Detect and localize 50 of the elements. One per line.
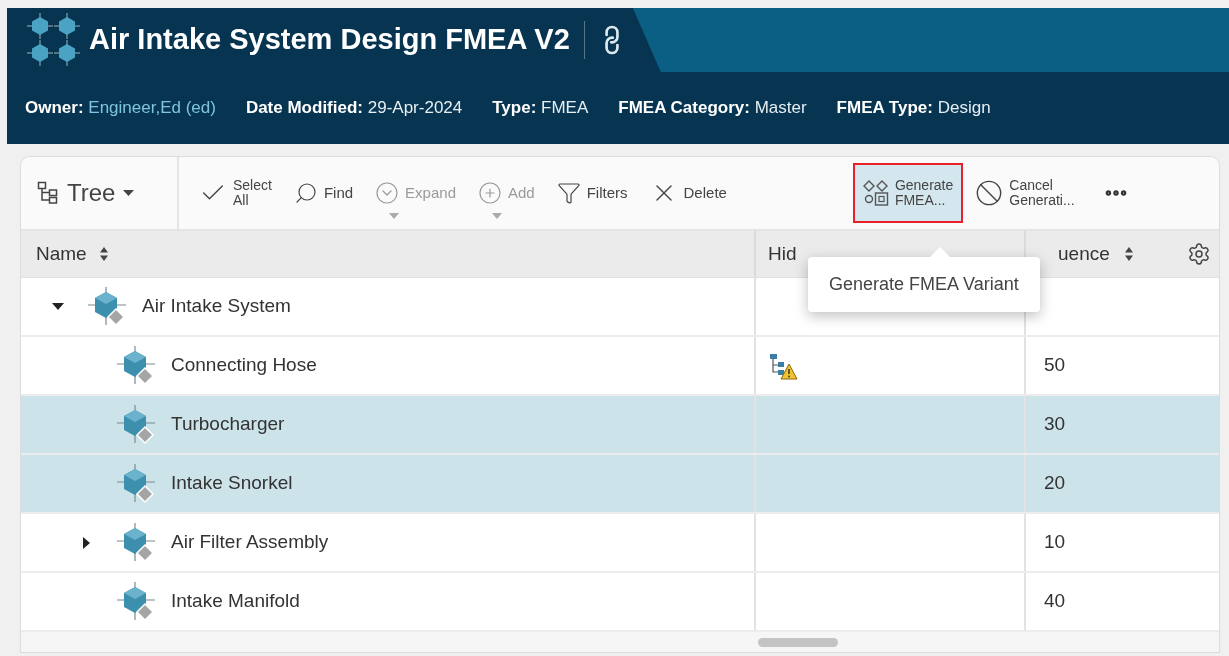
- metadata-field: FMEA Category: Master: [618, 95, 807, 121]
- item-name: Intake Manifold: [171, 589, 300, 614]
- metadata-field: Owner: Engineer,Ed (ed): [25, 95, 216, 121]
- metadata-field: FMEA Type: Design: [836, 95, 991, 121]
- sequence-value: 10: [1044, 530, 1066, 555]
- table-row[interactable]: Air Filter Assembly 10: [21, 514, 1219, 573]
- select-button[interactable]: Select All: [191, 165, 280, 221]
- cancel-button[interactable]: Cancel Generati...: [967, 165, 1083, 221]
- variant-nodes-icon: [862, 180, 889, 206]
- caret-icon: [389, 213, 400, 219]
- sequence-value: 40: [1044, 589, 1066, 614]
- filter-icon: [556, 181, 581, 205]
- window-title: Air Intake System Design FMEA V2: [89, 22, 570, 58]
- plus-circle-icon: [478, 181, 502, 205]
- cancel-icon: [975, 179, 1004, 207]
- find-button[interactable]: Find: [285, 165, 362, 221]
- item-name: Air Filter Assembly: [171, 530, 329, 555]
- table-row[interactable]: Intake Manifold 40: [21, 573, 1219, 632]
- filters-button[interactable]: Filters: [548, 165, 636, 221]
- column-header[interactable]: Hid: [768, 239, 797, 269]
- table-row[interactable]: Turbocharger 30: [21, 396, 1219, 455]
- sequence-value: 30: [1044, 412, 1066, 437]
- sort-icon[interactable]: [98, 246, 109, 262]
- item-name: Intake Snorkel: [171, 471, 293, 496]
- metadata-field: Type: FMEA: [492, 95, 589, 121]
- column-header[interactable]: uence: [1058, 239, 1110, 269]
- scrollbar-thumb[interactable]: [758, 637, 838, 647]
- hierarchy-warning-icon: [768, 351, 798, 380]
- view-mode-dropdown[interactable]: Tree: [21, 157, 179, 229]
- item-name: Air Intake System: [142, 294, 291, 319]
- logo-icon: [25, 12, 83, 68]
- caret-icon: [492, 213, 502, 219]
- column-header[interactable]: Name: [36, 239, 87, 269]
- delete-button[interactable]: Delete: [641, 165, 735, 221]
- sort-icon[interactable]: [1123, 246, 1134, 262]
- table-row[interactable]: Connecting Hose 50: [21, 337, 1219, 396]
- sequence-value: 50: [1044, 353, 1066, 378]
- chevron-circle-icon: [375, 181, 400, 205]
- sequence-value: 20: [1044, 471, 1066, 496]
- caret-icon: [123, 189, 135, 197]
- table-row[interactable]: Intake Snorkel 20: [21, 455, 1219, 514]
- tooltip-pointer: [930, 247, 950, 257]
- item-name: Turbocharger: [171, 412, 285, 437]
- tree-view-icon: [37, 181, 59, 205]
- expand-caret-icon[interactable]: [83, 536, 91, 549]
- item-name: Connecting Hose: [171, 353, 317, 378]
- collapse-caret-icon[interactable]: [52, 302, 64, 311]
- generate-button[interactable]: Generate FMEA...: [854, 165, 962, 221]
- settings-icon[interactable]: [1187, 242, 1211, 266]
- metadata-field: Date Modified: 29-Apr-2024: [245, 95, 463, 121]
